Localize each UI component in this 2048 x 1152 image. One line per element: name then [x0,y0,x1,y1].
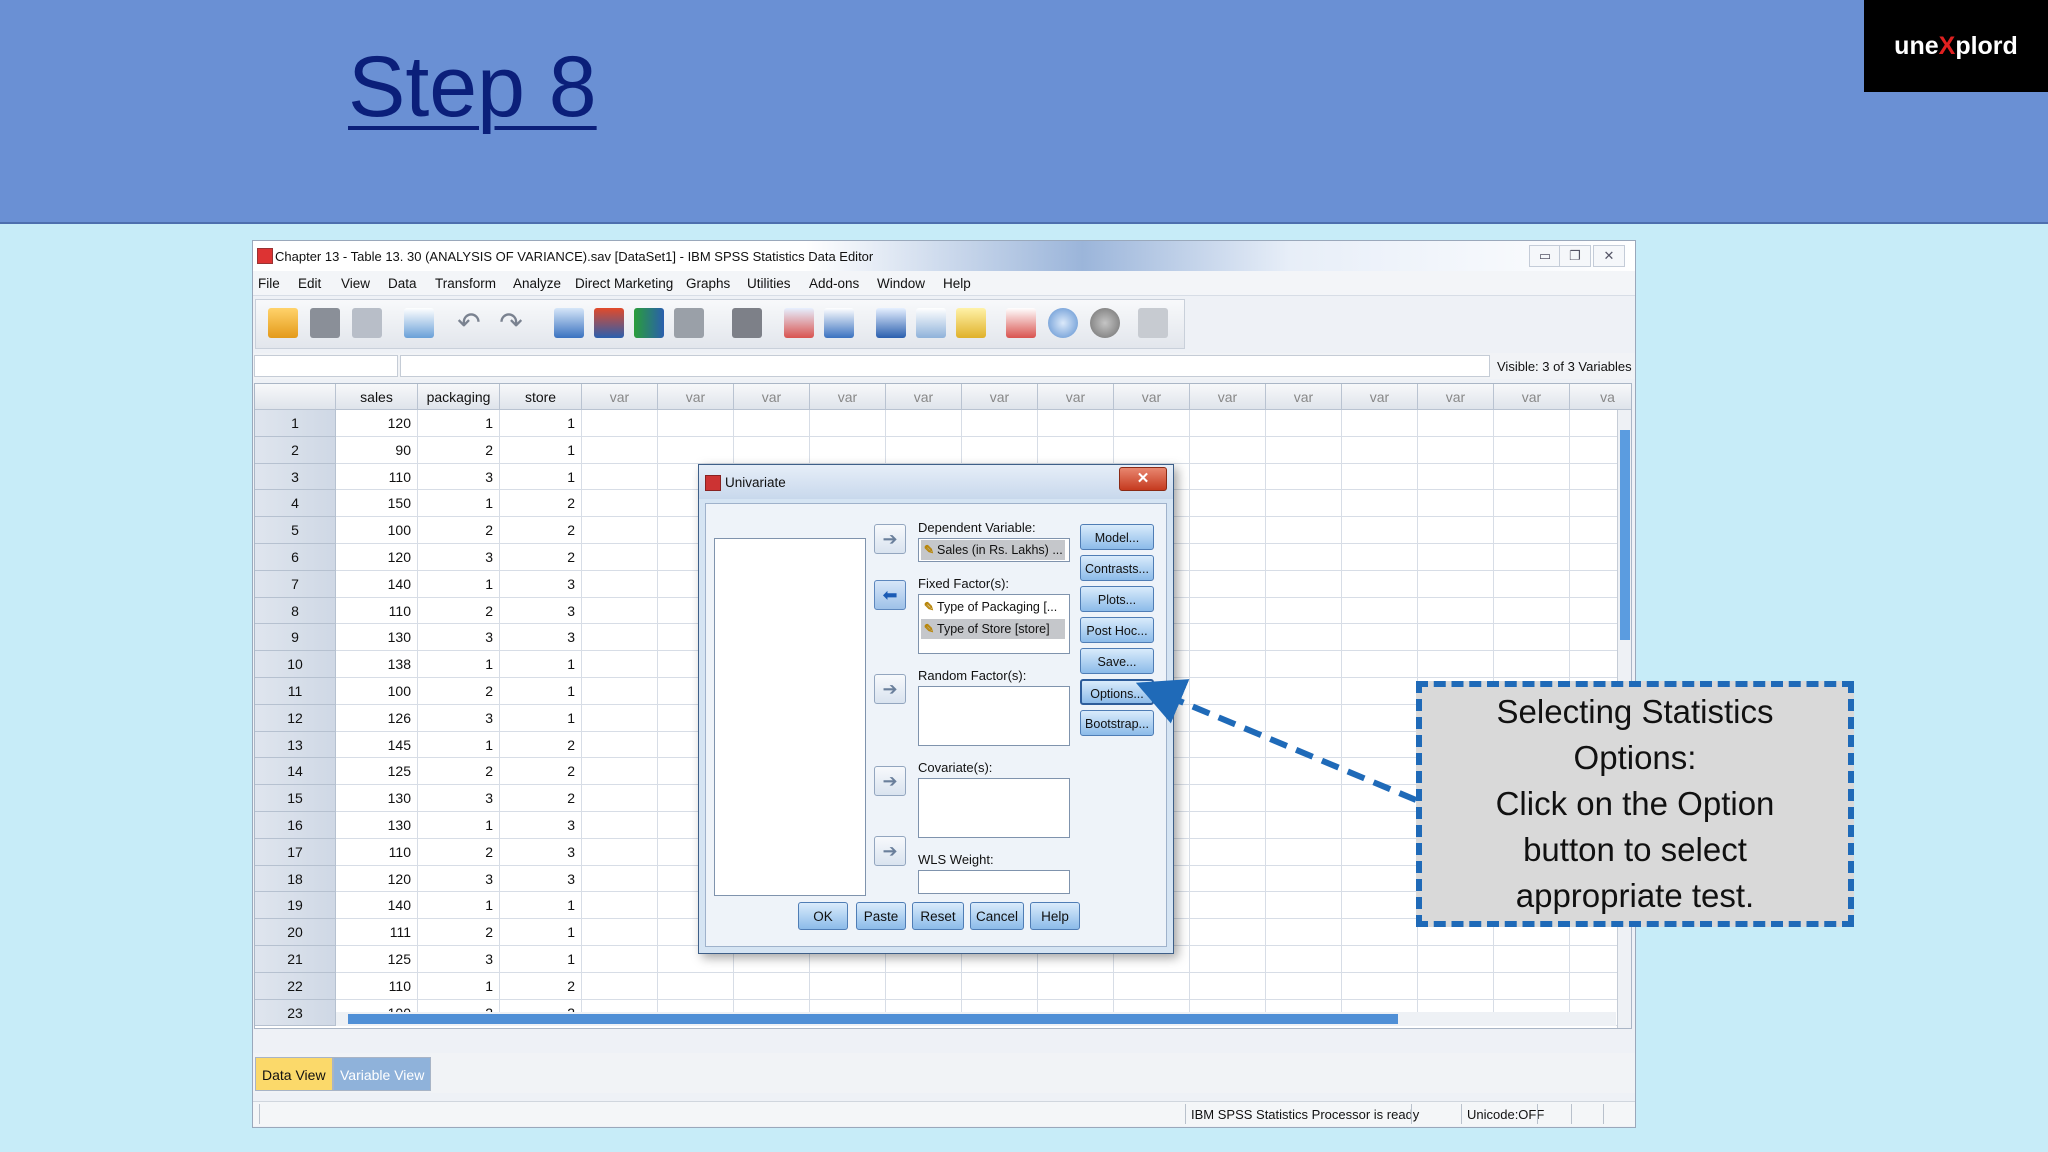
callout-line-5: appropriate test. [1515,877,1755,914]
callout-line-4: button to select [1523,831,1747,868]
callout-line-2: Options: [1573,739,1697,776]
callout-line-3: Click on the Option [1495,785,1775,822]
callout-arrow [1135,679,1418,803]
dashed-arrow-line [1135,679,1418,803]
callout-line-1: Selecting Statistics [1496,693,1774,730]
instruction-callout: Selecting Statistics Options: Click on t… [1416,681,1854,927]
